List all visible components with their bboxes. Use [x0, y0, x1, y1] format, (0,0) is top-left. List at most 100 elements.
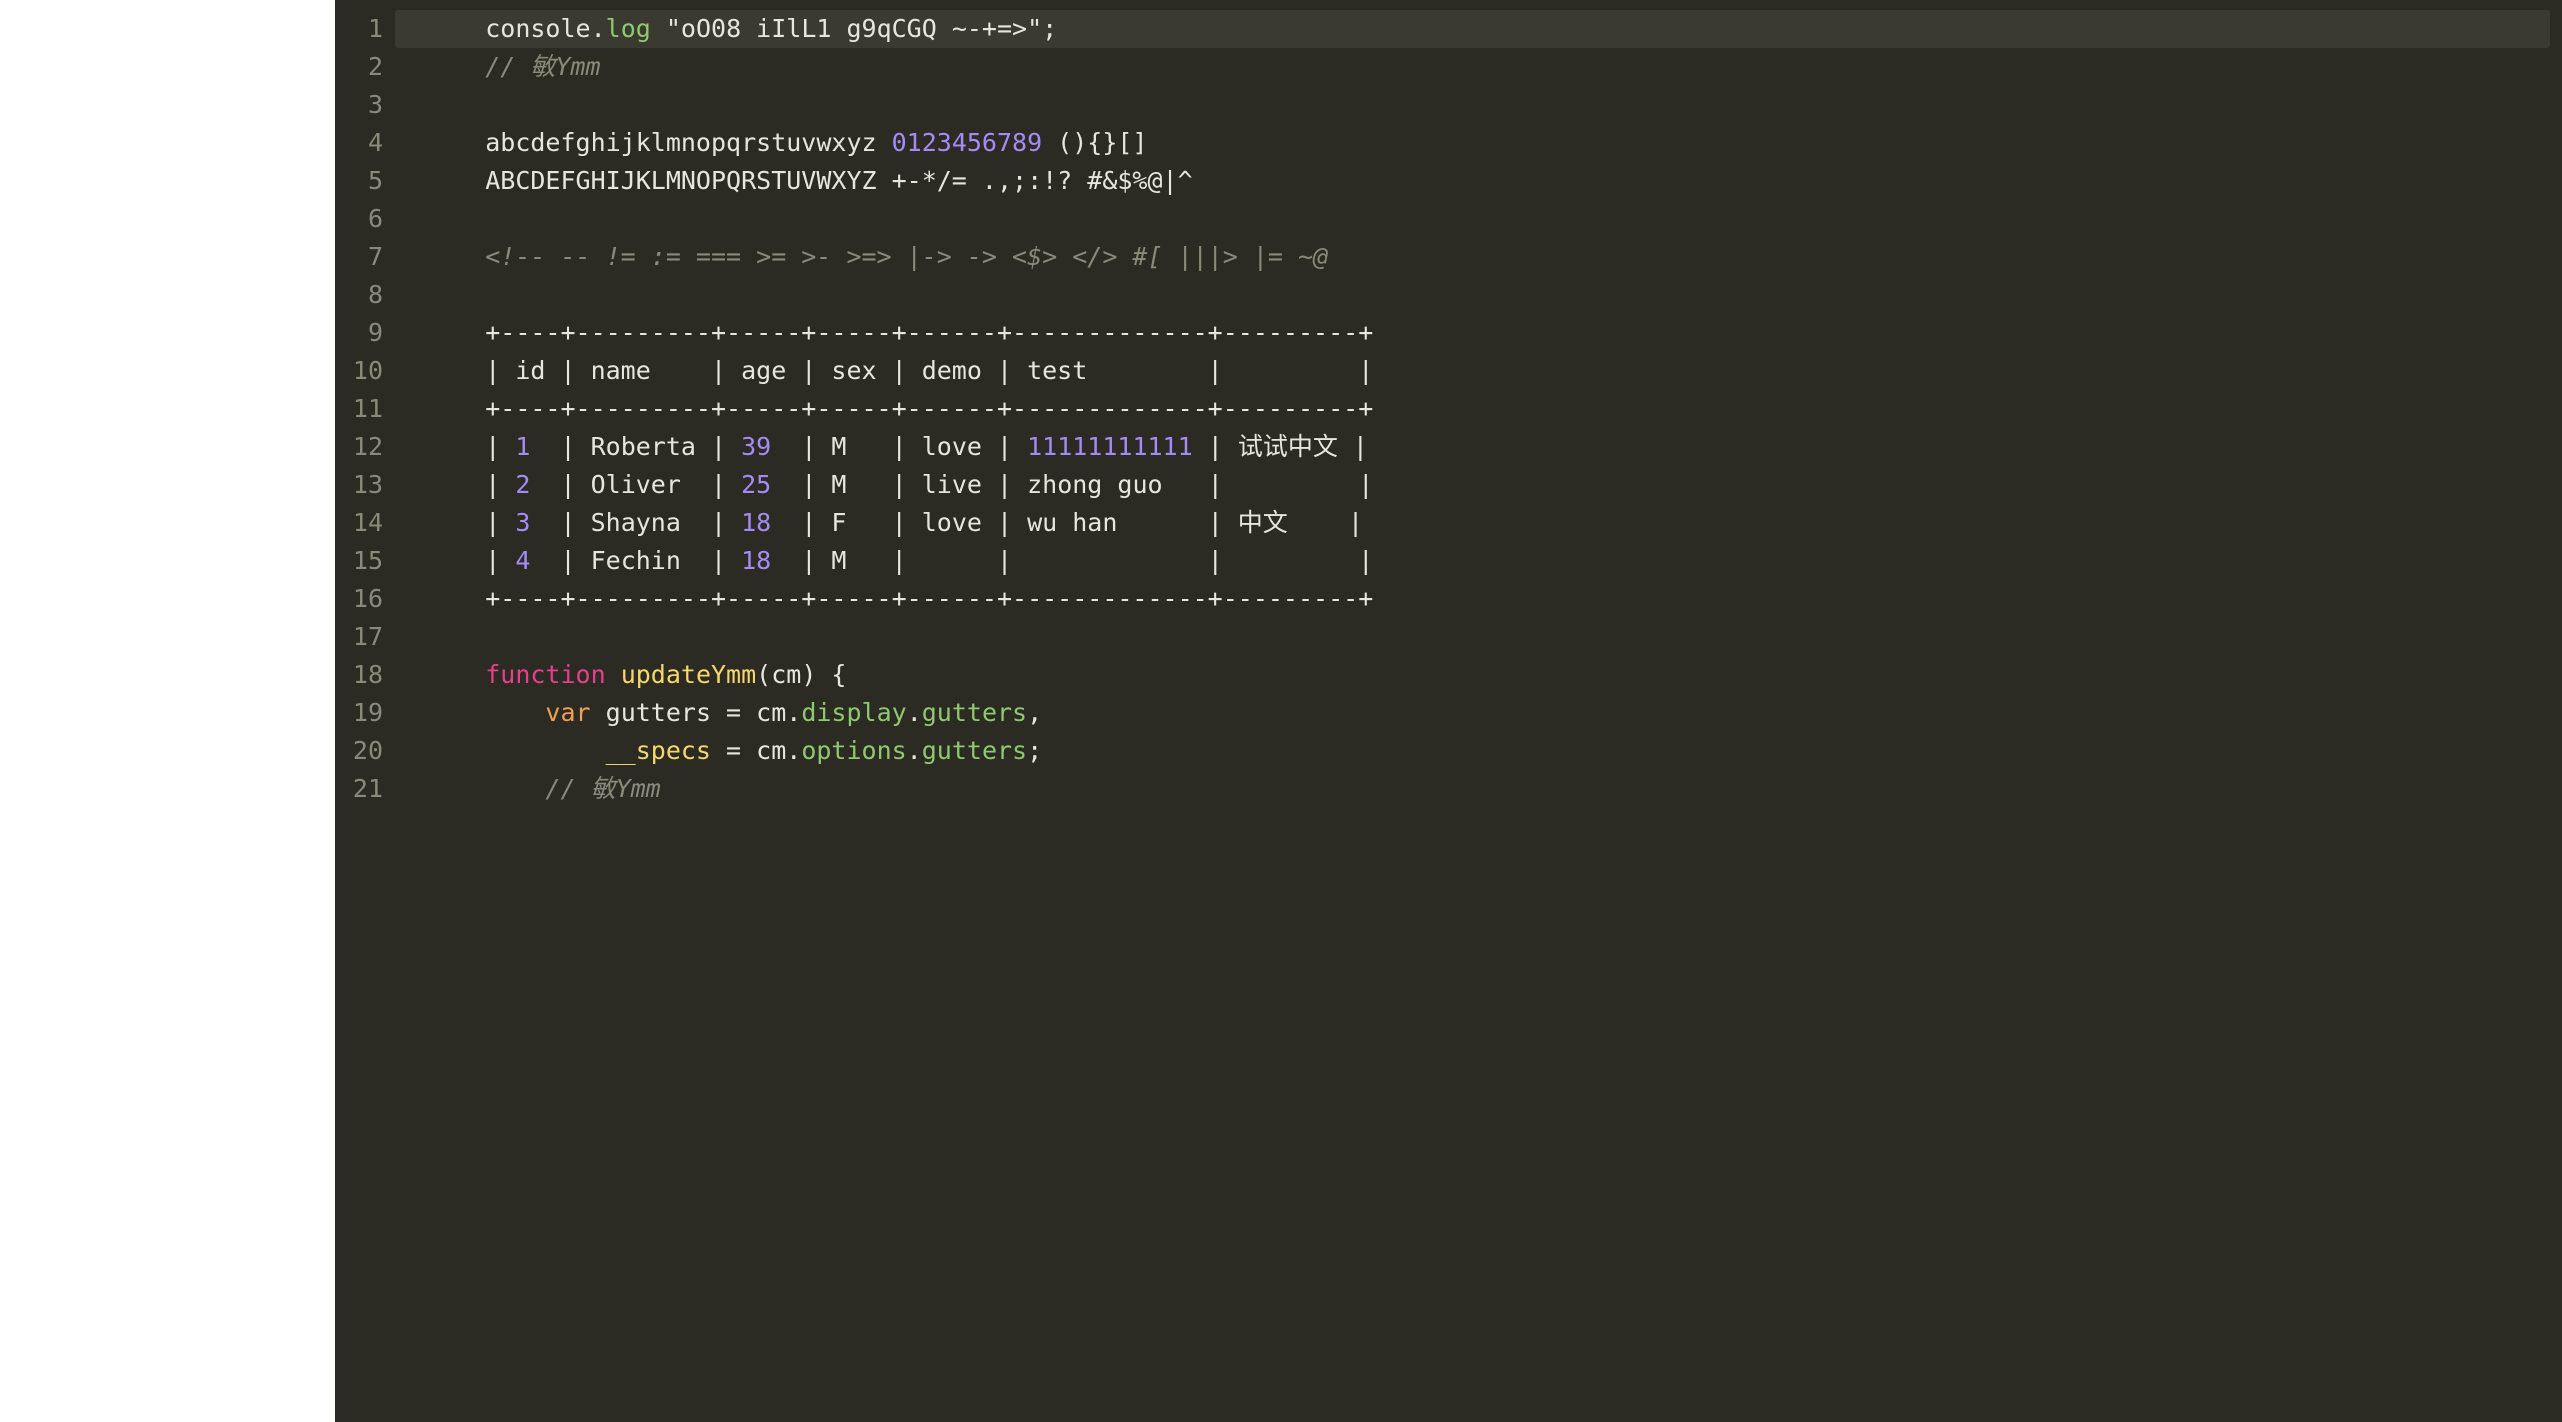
table-cell: | [485, 470, 515, 499]
token-property: gutters [922, 698, 1027, 727]
code-line[interactable] [395, 276, 2550, 314]
token-plain: (){}[] [1042, 128, 1147, 157]
line-number: 21 [335, 770, 395, 808]
line-number: 7 [335, 238, 395, 276]
indent [425, 736, 606, 765]
token-funcname: updateYmm [621, 660, 756, 689]
token-property: options [801, 736, 906, 765]
line-number: 3 [335, 86, 395, 124]
code-line[interactable]: | 2 | Oliver | 25 | M | live | zhong guo… [395, 466, 2550, 504]
code-line[interactable]: // 敏Ymm [395, 48, 2550, 86]
code-line[interactable]: console.log "oO08 iIlL1 g9qCGQ ~-+=>"; [395, 10, 2550, 48]
code-line[interactable]: | 3 | Shayna | 18 | F | love | wu han | … [395, 504, 2550, 542]
token-number: 39 [741, 432, 771, 461]
line-number: 10 [335, 352, 395, 390]
table-cell: | 试试中文 | [1193, 432, 1368, 461]
token-object: console [485, 14, 590, 43]
token-object: cm [756, 698, 786, 727]
table-cell: | M | live | zhong guo | | [771, 470, 1373, 499]
token-punc: , [1027, 698, 1042, 727]
line-number: 5 [335, 162, 395, 200]
app-root: 1 2 3 4 5 6 7 8 9 10 11 12 13 14 15 16 1… [0, 0, 2562, 1422]
token-number: 11111111111 [1027, 432, 1193, 461]
code-line[interactable]: +----+---------+-----+-----+------+-----… [395, 580, 2550, 618]
table-cell: | M | love | [771, 432, 1027, 461]
token-number: 18 [741, 546, 771, 575]
code-line[interactable]: __specs = cm.options.gutters; [395, 732, 2550, 770]
token-number: 4 [515, 546, 530, 575]
token-comment: <!-- -- != := === >= >- >=> |-> -> <$> <… [485, 242, 1328, 271]
table-border: +----+---------+-----+-----+------+-----… [485, 584, 1373, 613]
indent [425, 52, 485, 81]
line-number: 2 [335, 48, 395, 86]
line-number: 19 [335, 694, 395, 732]
table-cell: | [485, 508, 515, 537]
code-area[interactable]: console.log "oO08 iIlL1 g9qCGQ ~-+=>"; /… [395, 10, 2550, 1422]
code-line[interactable]: abcdefghijklmnopqrstuvwxyz 0123456789 ()… [395, 124, 2550, 162]
token-punc: . [786, 698, 801, 727]
token-number: 18 [741, 508, 771, 537]
indent [425, 774, 545, 803]
token-punc: = [711, 698, 756, 727]
line-number: 18 [335, 656, 395, 694]
code-line[interactable]: function updateYmm(cm) { [395, 656, 2550, 694]
table-cell: | Oliver | [530, 470, 741, 499]
line-number: 11 [335, 390, 395, 428]
space [606, 660, 621, 689]
table-border: +----+---------+-----+-----+------+-----… [485, 318, 1373, 347]
code-line[interactable]: var gutters = cm.display.gutters, [395, 694, 2550, 732]
token-var: gutters [606, 698, 711, 727]
space [591, 698, 606, 727]
indent [425, 584, 485, 613]
indent [425, 128, 485, 157]
table-cell: | [485, 432, 515, 461]
indent [425, 508, 485, 537]
line-number: 17 [335, 618, 395, 656]
line-number: 13 [335, 466, 395, 504]
token-method: log [606, 14, 651, 43]
code-line[interactable]: ABCDEFGHIJKLMNOPQRSTUVWXYZ +-*/= .,;:!? … [395, 162, 2550, 200]
code-line[interactable]: +----+---------+-----+-----+------+-----… [395, 390, 2550, 428]
line-number: 16 [335, 580, 395, 618]
line-number: 20 [335, 732, 395, 770]
token-property: gutters [922, 736, 1027, 765]
table-cell: | Roberta | [530, 432, 741, 461]
token-number: 0123456789 [892, 128, 1043, 157]
table-cell: | [485, 546, 515, 575]
token-keyword: function [485, 660, 605, 689]
code-line[interactable]: // 敏Ymm [395, 770, 2550, 808]
line-number: 8 [335, 276, 395, 314]
table-cell: | F | love | wu han | 中文 | [771, 508, 1363, 537]
indent [425, 432, 485, 461]
token-punc: ; [1042, 14, 1057, 43]
indent [425, 470, 485, 499]
line-number: 6 [335, 200, 395, 238]
line-number-gutter: 1 2 3 4 5 6 7 8 9 10 11 12 13 14 15 16 1… [335, 0, 395, 1422]
line-number: 12 [335, 428, 395, 466]
code-line[interactable]: | id | name | age | sex | demo | test | … [395, 352, 2550, 390]
code-line[interactable]: | 1 | Roberta | 39 | M | love | 11111111… [395, 428, 2550, 466]
indent [425, 356, 485, 385]
table-cell: | Shayna | [530, 508, 741, 537]
token-number: 3 [515, 508, 530, 537]
code-line[interactable]: | 4 | Fechin | 18 | M | | | | [395, 542, 2550, 580]
line-number: 15 [335, 542, 395, 580]
code-line[interactable] [395, 200, 2550, 238]
token-comment: // 敏Ymm [485, 52, 600, 81]
code-line[interactable] [395, 618, 2550, 656]
token-number: 25 [741, 470, 771, 499]
indent [425, 660, 485, 689]
indent [425, 14, 485, 43]
token-number: 2 [515, 470, 530, 499]
code-line[interactable] [395, 86, 2550, 124]
token-property: display [801, 698, 906, 727]
token-object: cm [756, 736, 786, 765]
code-editor[interactable]: 1 2 3 4 5 6 7 8 9 10 11 12 13 14 15 16 1… [335, 0, 2562, 1422]
left-blank-panel [0, 0, 335, 1422]
indent [425, 242, 485, 271]
token-var: __specs [606, 736, 711, 765]
code-line[interactable]: <!-- -- != := === >= >- >=> |-> -> <$> <… [395, 238, 2550, 276]
indent [425, 318, 485, 347]
code-line[interactable]: +----+---------+-----+-----+------+-----… [395, 314, 2550, 352]
token-plain: abcdefghijklmnopqrstuvwxyz [485, 128, 891, 157]
